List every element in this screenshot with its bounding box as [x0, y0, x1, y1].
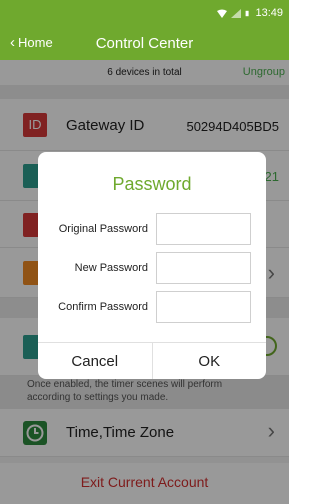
dialog-title: Password	[112, 174, 192, 194]
ok-button[interactable]: OK	[153, 343, 267, 379]
status-time: 13:49	[255, 7, 283, 19]
password-dialog: Password Original Password New Password …	[38, 152, 266, 379]
confirm-password-label: Confirm Password	[58, 301, 148, 313]
new-password-row: New Password	[38, 252, 266, 284]
wifi-icon	[217, 9, 228, 18]
dialog-buttons: Cancel OK	[38, 342, 266, 379]
new-password-label: New Password	[74, 262, 148, 274]
status-bar: 13:49	[0, 0, 289, 25]
page-title: Control Center	[95, 35, 194, 52]
confirm-password-field[interactable]	[156, 291, 251, 323]
confirm-password-row: Confirm Password	[38, 291, 266, 323]
battery-icon	[246, 10, 250, 16]
cancel-button[interactable]: Cancel	[38, 343, 153, 379]
original-password-label: Original Password	[58, 223, 148, 235]
new-password-field[interactable]	[156, 252, 251, 284]
signal-icon	[231, 8, 242, 18]
original-password-row: Original Password	[38, 213, 266, 245]
original-password-field[interactable]	[156, 213, 251, 245]
title-bar: ‹ Home Control Center	[0, 25, 289, 60]
